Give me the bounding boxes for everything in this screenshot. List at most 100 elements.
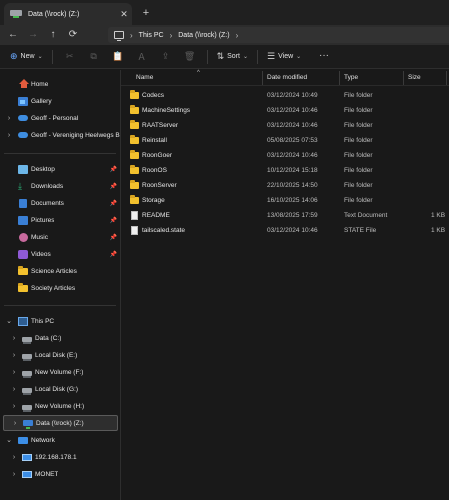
column-divider[interactable] [262, 71, 263, 85]
sidebar-item-local-disk-g[interactable]: › Local Disk (G:) [0, 381, 120, 397]
sidebar-item-downloads[interactable]: ⤓ Downloads 📌 [0, 178, 120, 194]
file-icon [131, 226, 138, 235]
pin-icon: 📌 [109, 217, 117, 224]
column-divider[interactable] [446, 71, 447, 85]
file-name: Codecs [142, 92, 165, 99]
sidebar-item-geoff-personal[interactable]: › Geoff - Personal [0, 110, 120, 126]
sort-button[interactable]: ⇅ Sort ⌄ [213, 48, 252, 66]
column-header-size[interactable]: Size [408, 74, 421, 81]
sidebar-item-data-rock-z[interactable]: › Data (\\rock) (Z:) [3, 415, 118, 431]
new-button[interactable]: ⊕ New ⌄ [6, 48, 47, 66]
drive-icon [22, 336, 32, 344]
file-row[interactable]: Storage 16/10/2025 14:06 File folder [121, 193, 449, 208]
navigation-bar: ← → ↑ ⟳ › This PC › Data (\\rock) (Z:) › [0, 25, 449, 45]
breadcrumb-data-rock[interactable]: Data (\\rock) (Z:) [178, 32, 229, 39]
file-row[interactable]: RAATServer 03/12/2024 10:46 File folder [121, 118, 449, 133]
copy-button[interactable]: ⧉ [82, 48, 106, 66]
sidebar-item-documents[interactable]: Documents 📌 [0, 195, 120, 211]
sidebar-item-new-volume-h[interactable]: › New Volume (H:) [0, 398, 120, 414]
breadcrumb-this-pc[interactable]: This PC [139, 32, 164, 39]
sidebar-item-pictures[interactable]: Pictures 📌 [0, 212, 120, 228]
sidebar-item-label: Network [31, 436, 55, 444]
address-bar[interactable]: › This PC › Data (\\rock) (Z:) › [108, 27, 449, 43]
chevron-right-icon[interactable]: › [11, 454, 17, 461]
chevron-down-icon[interactable]: ⌄ [6, 317, 12, 325]
file-type: Text Document [344, 212, 388, 219]
sidebar-item-this-pc[interactable]: ⌄ This PC [0, 313, 120, 329]
chevron-down-icon[interactable]: ⌄ [6, 436, 12, 444]
back-button[interactable]: ← [3, 27, 23, 43]
chevron-right-icon[interactable]: › [11, 352, 17, 359]
column-header-name[interactable]: Name [136, 74, 153, 81]
view-icon: ☰ [267, 51, 276, 61]
file-row[interactable]: RoonServer 22/10/2025 14:50 File folder [121, 178, 449, 193]
paste-icon: 📋 [111, 51, 124, 61]
delete-button[interactable]: 🗑 [178, 48, 202, 66]
column-divider[interactable] [403, 71, 404, 85]
file-type: File folder [344, 152, 373, 159]
sidebar-item-192-168-178-1[interactable]: › 192.168.178.1 [0, 449, 120, 465]
tab-data-rock[interactable]: Data (\\rock) (Z:) ✕ [4, 3, 132, 25]
sidebar-item-label: Videos [31, 250, 51, 258]
chevron-right-icon[interactable]: › [11, 369, 17, 376]
chevron-right-icon[interactable]: › [6, 132, 12, 139]
file-row[interactable]: Reinstall 05/08/2025 07:53 File folder [121, 133, 449, 148]
sidebar-item-videos[interactable]: Videos 📌 [0, 246, 120, 262]
file-row[interactable]: MachineSettings 03/12/2024 10:46 File fo… [121, 103, 449, 118]
column-header-type[interactable]: Type [344, 74, 358, 81]
file-row[interactable]: Codecs 03/12/2024 10:49 File folder [121, 88, 449, 103]
rename-button[interactable]: Ａ [130, 48, 154, 66]
sidebar-item-local-disk-e[interactable]: › Local Disk (E:) [0, 347, 120, 363]
file-row[interactable]: RoonOS 10/12/2024 15:18 File folder [121, 163, 449, 178]
chevron-right-icon[interactable]: › [11, 335, 17, 342]
column-header-date[interactable]: Date modified [267, 74, 307, 81]
cloud-icon [18, 115, 28, 121]
refresh-button[interactable]: ⟳ [63, 27, 83, 43]
new-tab-button[interactable]: + [139, 6, 153, 20]
forward-button[interactable]: → [23, 27, 43, 43]
sidebar-item-music[interactable]: Music 📌 [0, 229, 120, 245]
sidebar-item-data-c[interactable]: › Data (C:) [0, 330, 120, 346]
chevron-right-icon[interactable]: › [11, 386, 17, 393]
sort-icon: ⇅ [216, 51, 225, 61]
breadcrumb-separator[interactable]: › [236, 31, 239, 40]
sidebar-item-science-articles[interactable]: Science Articles [0, 263, 120, 279]
sidebar-item-new-volume-f[interactable]: › New Volume (F:) [0, 364, 120, 380]
file-row[interactable]: RoonGoer 03/12/2024 10:46 File folder [121, 148, 449, 163]
sidebar-item-gallery[interactable]: Gallery [0, 93, 120, 109]
sidebar-item-monet[interactable]: › MONET [0, 466, 120, 482]
cut-button[interactable]: ✂ [58, 48, 82, 66]
gallery-icon [18, 96, 28, 106]
file-date: 16/10/2025 14:06 [267, 197, 318, 204]
chevron-right-icon[interactable]: › [11, 403, 17, 410]
sidebar-item-desktop[interactable]: Desktop 📌 [0, 161, 120, 177]
up-button[interactable]: ↑ [43, 27, 63, 43]
share-button[interactable]: ⇪ [154, 48, 178, 66]
more-options-button[interactable]: ··· [317, 48, 331, 66]
chevron-down-icon: ⌄ [242, 54, 249, 60]
sidebar-item-label: Data (\\rock) (Z:) [36, 419, 84, 427]
column-divider[interactable] [339, 71, 340, 85]
sidebar-item-label: Geoff - Vereniging Heelwegs Be [31, 131, 120, 139]
chevron-right-icon[interactable]: › [11, 471, 17, 478]
file-date: 03/12/2024 10:46 [267, 227, 318, 234]
file-row[interactable]: tailscaled.state 03/12/2024 10:46 STATE … [121, 223, 449, 238]
tab-title: Data (\\rock) (Z:) [28, 10, 80, 18]
file-name: Storage [142, 197, 165, 204]
file-row[interactable]: README 13/08/2025 17:59 Text Document 1 … [121, 208, 449, 223]
close-tab-icon[interactable]: ✕ [116, 9, 132, 20]
divider [206, 49, 208, 64]
sidebar-item-geoff-vereniging[interactable]: › Geoff - Vereniging Heelwegs Be [0, 127, 120, 143]
chevron-right-icon[interactable]: › [12, 420, 18, 427]
sort-caret-icon: ^ [197, 70, 200, 76]
file-type: File folder [344, 167, 373, 174]
file-type: STATE File [344, 227, 377, 234]
sidebar-item-network[interactable]: ⌄ Network [0, 432, 120, 448]
sidebar-item-label: Pictures [31, 216, 55, 224]
folder-icon [130, 105, 139, 114]
chevron-right-icon[interactable]: › [6, 115, 12, 122]
sidebar-item-home[interactable]: Home [0, 76, 120, 92]
paste-button[interactable]: 📋 [106, 48, 130, 66]
view-button[interactable]: ☰ View ⌄ [263, 48, 305, 66]
sidebar-item-society-articles[interactable]: Society Articles [0, 280, 120, 296]
